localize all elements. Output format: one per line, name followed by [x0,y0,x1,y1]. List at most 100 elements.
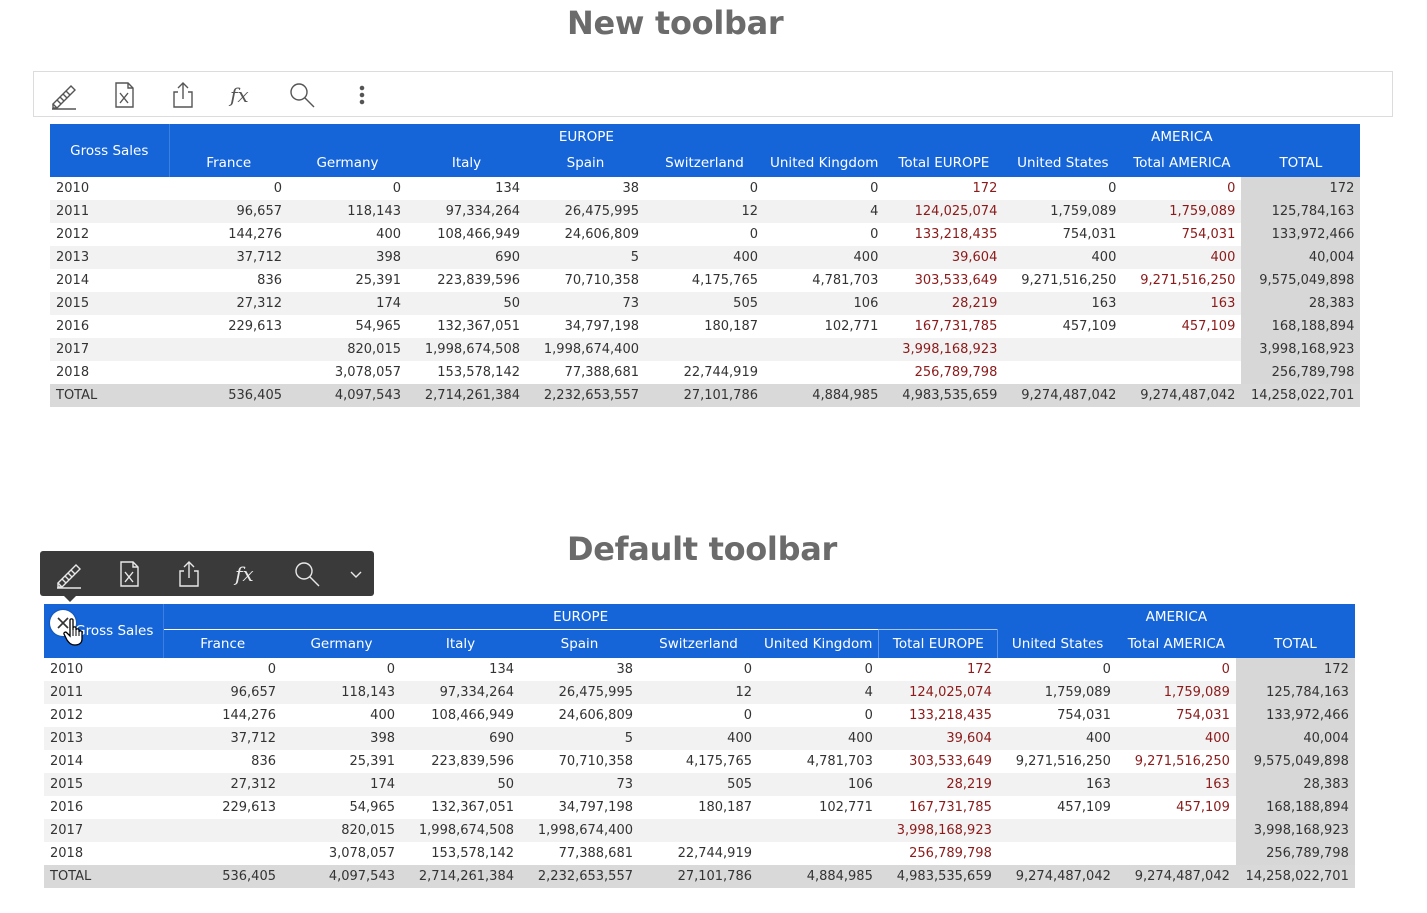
table-cell[interactable]: 4,175,765 [645,269,764,292]
table-cell[interactable]: 0 [758,704,879,727]
table-cell[interactable]: 153,578,142 [401,842,520,865]
group-header-america[interactable]: AMERICA [1003,124,1361,149]
table-cell[interactable]: 229,613 [163,796,282,819]
table-cell[interactable]: 27,312 [169,292,288,315]
table-cell[interactable] [1122,338,1242,361]
table-cell[interactable]: 37,712 [163,727,282,750]
table-cell[interactable]: 9,575,049,898 [1235,750,1355,773]
table-cell[interactable]: 22,744,919 [639,842,758,865]
row-label[interactable]: 2017 [50,338,169,361]
table-cell[interactable] [998,842,1117,865]
table-cell[interactable] [997,819,1117,842]
table-cell[interactable]: 163 [1003,292,1123,315]
table-cell[interactable]: 2,714,261,384 [407,384,526,407]
table-cell[interactable]: 174 [282,773,401,796]
col-header-france[interactable]: France [163,629,282,658]
table-cell[interactable]: 2,714,261,384 [401,865,520,888]
table-cell[interactable] [1122,361,1241,384]
row-label[interactable]: 2016 [50,315,169,338]
table-cell[interactable]: 134 [401,658,520,681]
table-cell[interactable]: 400 [1003,246,1123,269]
table-cell[interactable]: 4,097,543 [288,384,407,407]
table-cell[interactable]: 3,078,057 [288,361,407,384]
table-cell[interactable]: 0 [645,223,764,246]
table-cell[interactable]: 108,466,949 [401,704,520,727]
col-header-italy[interactable]: Italy [401,629,520,658]
excel-export-icon[interactable] [109,80,139,110]
table-cell[interactable] [169,338,288,361]
table-cell[interactable]: 133,218,435 [884,223,1003,246]
table-cell[interactable]: 0 [639,658,758,681]
formula-fx-icon[interactable]: fx [228,80,258,110]
table-cell[interactable]: 9,274,487,042 [1003,384,1123,407]
table-cell[interactable]: 400 [997,727,1117,750]
table-cell[interactable]: 9,271,516,250 [1117,750,1236,773]
table-cell[interactable] [163,842,282,865]
table-cell[interactable]: 172 [879,658,998,681]
table-cell[interactable]: 102,771 [758,796,879,819]
table-cell[interactable]: 1,759,089 [1116,681,1236,704]
col-header-switzerland[interactable]: Switzerland [645,149,764,177]
table-cell[interactable]: 536,405 [169,384,288,407]
col-header-total-europe[interactable]: Total EUROPE [878,629,999,658]
table-cell[interactable]: 24,606,809 [526,223,645,246]
table-cell[interactable] [169,361,288,384]
table-cell[interactable]: 9,274,487,042 [997,865,1117,888]
table-cell[interactable]: 0 [764,223,884,246]
table-cell[interactable]: 9,271,516,250 [1122,269,1241,292]
formula-fx-icon[interactable]: fx [233,559,263,589]
table-cell[interactable]: 118,143 [288,200,407,223]
col-header-spain[interactable]: Spain [526,149,645,177]
table-cell[interactable]: 398 [282,727,401,750]
table-cell[interactable]: 54,965 [282,796,401,819]
table-cell[interactable] [758,819,879,842]
table-cell[interactable]: 400 [764,246,885,269]
table-cell[interactable] [1003,338,1123,361]
more-vertical-icon[interactable] [347,80,377,110]
table-cell[interactable]: 820,015 [282,819,401,842]
table-cell[interactable] [758,842,879,865]
table-cell[interactable]: 108,466,949 [407,223,526,246]
table-cell[interactable]: 3,998,168,923 [1235,819,1355,842]
pencil-ruler-icon[interactable] [49,80,79,110]
table-cell[interactable]: 96,657 [163,681,282,704]
table-cell[interactable]: 505 [645,292,764,315]
excel-export-icon[interactable] [114,559,144,589]
table-cell[interactable]: 25,391 [288,269,407,292]
table-cell[interactable] [764,361,884,384]
table-cell[interactable]: 457,109 [998,796,1117,819]
table-cell[interactable]: 102,771 [764,315,884,338]
table-cell[interactable]: 34,797,198 [520,796,639,819]
table-cell[interactable]: 256,789,798 [1235,842,1355,865]
table-cell[interactable]: 96,657 [169,200,288,223]
table-cell[interactable]: 172 [1241,177,1361,200]
table-cell[interactable]: 40,004 [1241,246,1361,269]
table-cell[interactable]: 5 [526,246,645,269]
table-cell[interactable]: 1,759,089 [997,681,1117,704]
table-cell[interactable]: 14,258,022,701 [1235,865,1355,888]
table-cell[interactable]: 400 [1116,727,1236,750]
table-cell[interactable]: 163 [1122,292,1242,315]
row-header-gross-sales[interactable]: Gross Sales [50,124,170,177]
table-cell[interactable]: 536,405 [163,865,282,888]
table-cell[interactable]: 4 [758,681,879,704]
row-label[interactable]: 2018 [44,842,163,865]
table-cell[interactable]: 106 [764,292,885,315]
table-cell[interactable]: 505 [639,773,758,796]
table-cell[interactable]: 12 [645,200,764,223]
table-cell[interactable]: 4,781,703 [764,269,884,292]
table-cell[interactable]: 180,187 [639,796,758,819]
row-label[interactable]: 2010 [50,177,169,200]
table-cell[interactable]: 180,187 [645,315,764,338]
table-cell[interactable]: 125,784,163 [1235,681,1355,704]
table-cell[interactable]: 1,998,674,508 [401,819,520,842]
table-cell[interactable]: 1,998,674,400 [520,819,639,842]
group-header-europe[interactable]: EUROPE [169,124,1004,149]
table-cell[interactable]: 28,383 [1241,292,1361,315]
row-label[interactable]: 2014 [44,750,163,773]
table-cell[interactable]: 125,784,163 [1241,200,1361,223]
table-cell[interactable]: 4,983,535,659 [878,865,998,888]
table-cell[interactable]: 22,744,919 [645,361,764,384]
table-cell[interactable]: 256,789,798 [1241,361,1361,384]
chevron-down-icon[interactable] [341,559,371,589]
